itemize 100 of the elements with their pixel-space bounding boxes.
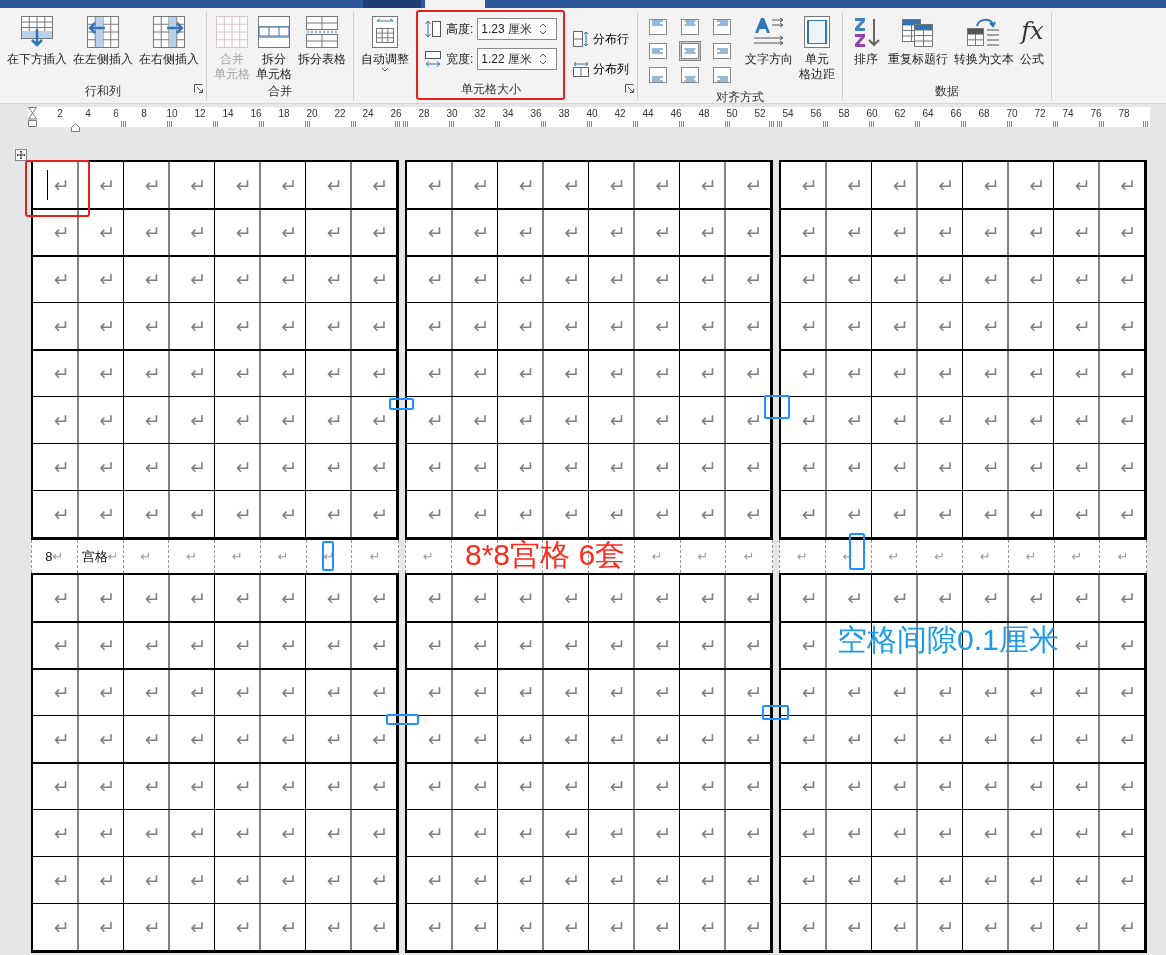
text-direction-button[interactable]: 文字方向 bbox=[742, 12, 797, 88]
table-cell-text: ↵ bbox=[846, 173, 865, 199]
align-button[interactable] bbox=[679, 17, 702, 37]
cell-margins-button[interactable]: 单元 格边距 bbox=[796, 12, 839, 88]
table-cell-text: ↵ bbox=[143, 633, 162, 659]
table-cell-text: ↵ bbox=[891, 821, 910, 847]
table-cell-text: ↵ bbox=[1073, 774, 1092, 800]
table-cell-text: ↵ bbox=[98, 314, 117, 340]
column-marker[interactable] bbox=[213, 121, 218, 127]
ruler-number: 24 bbox=[361, 107, 375, 120]
height-field[interactable]: 1.23 厘米 bbox=[477, 18, 558, 40]
table-cell-text: ↵ bbox=[426, 314, 445, 340]
table-cell-text: ↵ bbox=[280, 680, 299, 706]
column-marker[interactable] bbox=[915, 121, 920, 127]
table-cell-text: ↵ bbox=[234, 314, 253, 340]
column-marker[interactable] bbox=[305, 121, 310, 127]
column-marker[interactable] bbox=[1053, 121, 1058, 127]
column-marker[interactable] bbox=[777, 121, 782, 127]
align-button[interactable] bbox=[711, 65, 734, 85]
split-cells-button[interactable]: 拆分 单元格 bbox=[253, 12, 295, 82]
table-cell-text: ↵ bbox=[189, 774, 208, 800]
sort-button[interactable]: 排序 bbox=[847, 12, 886, 82]
table-cell-text: ↵ bbox=[52, 680, 71, 706]
insert-left-button[interactable]: 在左侧插入 bbox=[70, 12, 136, 82]
table-cell-text: ↵ bbox=[654, 267, 673, 293]
gap-marker bbox=[386, 714, 419, 725]
table-cell-text: ↵ bbox=[846, 821, 865, 847]
table-cell-text: ↵ bbox=[143, 915, 162, 941]
table-cell-text: ↵ bbox=[371, 502, 390, 528]
table-cell-text: ↵ bbox=[371, 408, 390, 434]
table-cell-text: ↵ bbox=[699, 915, 718, 941]
column-marker[interactable] bbox=[1143, 121, 1148, 127]
table-cell-text: ↵ bbox=[52, 586, 71, 612]
column-marker[interactable] bbox=[679, 121, 684, 127]
column-marker[interactable] bbox=[769, 121, 774, 127]
column-marker[interactable] bbox=[725, 121, 730, 127]
table-cell-text: ↵ bbox=[472, 502, 491, 528]
align-button[interactable] bbox=[679, 41, 702, 61]
column-marker[interactable] bbox=[351, 121, 356, 127]
column-marker[interactable] bbox=[541, 121, 546, 127]
distribute-rows-button[interactable]: 分布行 bbox=[569, 28, 634, 50]
convert-to-text-button[interactable]: 转换为文本 bbox=[951, 12, 1018, 82]
dialog-launcher-icon[interactable] bbox=[625, 84, 635, 94]
table-cell-text: ↵ bbox=[846, 361, 865, 387]
insert-left-icon bbox=[87, 16, 119, 48]
formula-button[interactable]: fx 公式 bbox=[1017, 12, 1048, 82]
split-cells-icon bbox=[258, 16, 290, 48]
repeat-header-button[interactable]: 重复标题行 bbox=[885, 12, 952, 82]
autofit-button[interactable]: 自动调整 bbox=[358, 12, 412, 77]
align-button[interactable] bbox=[711, 41, 734, 61]
table-cell-text: ↵ bbox=[563, 408, 582, 434]
table-cell-text: ↵ bbox=[234, 502, 253, 528]
table-cell-text: ↵ bbox=[371, 173, 390, 199]
column-marker[interactable] bbox=[633, 121, 638, 127]
align-button[interactable] bbox=[679, 65, 702, 85]
column-marker[interactable] bbox=[1007, 121, 1012, 127]
table-cell-text: ↵ bbox=[937, 774, 956, 800]
column-marker[interactable] bbox=[869, 121, 874, 127]
table-cell-text: ↵ bbox=[426, 455, 445, 481]
ruler-number: 12 bbox=[193, 107, 207, 120]
column-marker[interactable] bbox=[587, 121, 592, 127]
table-cell-text: ↵ bbox=[280, 502, 299, 528]
column-marker[interactable] bbox=[495, 121, 500, 127]
column-marker[interactable] bbox=[403, 121, 408, 127]
table-cell-text: ↵ bbox=[699, 361, 718, 387]
table-cell-text: ↵ bbox=[937, 408, 956, 434]
distribute-cols-button[interactable]: 分布列 bbox=[569, 58, 634, 80]
table-cell-text: ↵ bbox=[517, 633, 536, 659]
width-field[interactable]: 1.22 厘米 bbox=[477, 48, 558, 70]
ruler-number: 8 bbox=[140, 107, 148, 120]
column-marker[interactable] bbox=[167, 121, 172, 127]
align-button[interactable] bbox=[647, 65, 670, 85]
field-label: 高度: bbox=[446, 21, 474, 38]
column-marker[interactable] bbox=[449, 121, 454, 127]
insert-right-icon bbox=[153, 16, 185, 48]
ruler-number: 60 bbox=[865, 107, 879, 120]
align-button[interactable] bbox=[647, 17, 670, 37]
column-marker[interactable] bbox=[121, 121, 126, 127]
column-marker[interactable] bbox=[823, 121, 828, 127]
table-cell-text: ↵ bbox=[143, 361, 162, 387]
table-cell-text: ↵ bbox=[143, 267, 162, 293]
table-cell-text: ↵ bbox=[563, 915, 582, 941]
column-marker[interactable] bbox=[259, 121, 264, 127]
table-cell-text: ↵ bbox=[937, 314, 956, 340]
table-cell-text: ↵ bbox=[98, 455, 117, 481]
split-table-button[interactable]: 拆分表格 bbox=[295, 12, 349, 82]
align-button[interactable] bbox=[647, 41, 670, 61]
column-marker[interactable] bbox=[1099, 121, 1104, 127]
column-marker[interactable] bbox=[961, 121, 966, 127]
align-button[interactable] bbox=[711, 17, 734, 37]
table-cell-text: ↵ bbox=[1028, 915, 1047, 941]
merge-cells-icon bbox=[216, 16, 248, 48]
table-cell-text: ↵ bbox=[189, 502, 208, 528]
insert-right-button[interactable]: 在右侧插入 bbox=[136, 12, 202, 82]
dialog-launcher-icon[interactable] bbox=[194, 84, 203, 94]
table-cell-text: ↵ bbox=[189, 915, 208, 941]
table-move-handle-icon[interactable] bbox=[15, 148, 27, 161]
column-marker[interactable] bbox=[395, 121, 400, 127]
table-cell-text: ↵ bbox=[1028, 502, 1047, 528]
insert-below-button[interactable]: 在下方插入 bbox=[4, 12, 70, 82]
